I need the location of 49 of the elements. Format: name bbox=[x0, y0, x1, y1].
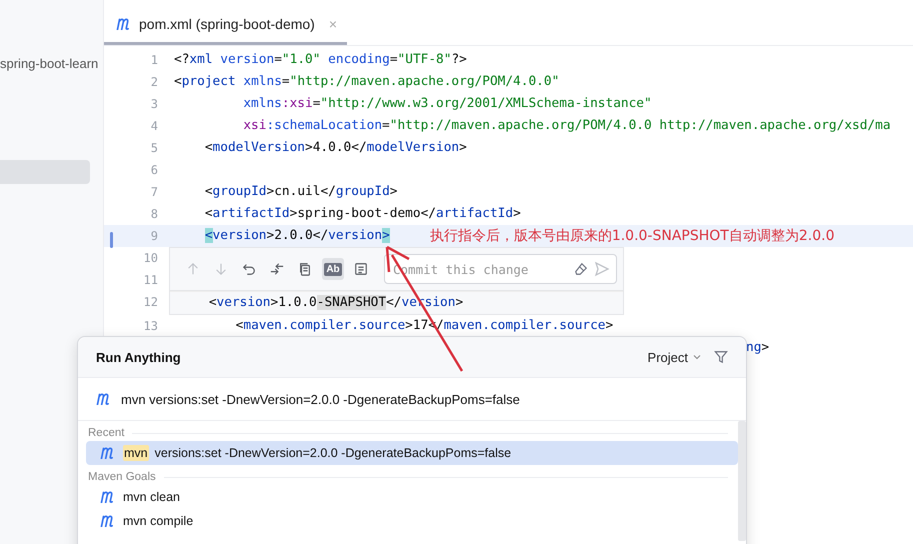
code-line: xsi:schemaLocation="http://maven.apache.org/POM/4.0.0 http://maven.apache.org/xsd/ma bbox=[242, 117, 891, 135]
code-line: <modelVersion>4.0.0</modelVersion> bbox=[204, 139, 467, 157]
up-arrow-icon bbox=[186, 262, 200, 276]
compare-arrows-icon bbox=[270, 262, 284, 276]
match-case-toggle[interactable]: Ab bbox=[322, 258, 344, 280]
undo-icon bbox=[242, 262, 256, 276]
eraser-icon[interactable] bbox=[574, 262, 588, 276]
code-line: ng> bbox=[746, 339, 770, 357]
command-text: versions:set -DnewVersion=2.0.0 -DgenerateBackupPoms=false bbox=[154, 446, 512, 460]
filter-icon[interactable] bbox=[714, 350, 728, 364]
annotation-text: 执行指令后，版本号由原来的1.0.0-SNAPSHOT自动调整为2.0.0 bbox=[430, 227, 834, 245]
line-number: 2 bbox=[150, 75, 158, 89]
chevron-down-icon bbox=[692, 352, 702, 362]
code-line: xmlns:xsi="http://www.w3.org/2001/XMLSchema-instance" bbox=[242, 95, 652, 113]
code-line: <version>2.0.0</version> bbox=[204, 227, 390, 245]
copy-icon bbox=[298, 262, 312, 276]
command-input[interactable]: mvn versions:set -DnewVersion=2.0.0 -DgenerateBackupPoms=false bbox=[119, 390, 728, 408]
project-tree-item[interactable]: spring-boot-learn bbox=[0, 52, 103, 76]
list-icon bbox=[354, 262, 368, 276]
command-list-item[interactable]: mvn compile bbox=[86, 509, 738, 533]
line-number: 1 bbox=[150, 53, 158, 67]
line-number: 8 bbox=[150, 207, 158, 221]
code-line: <?xml version="1.0" encoding="UTF-8"?> bbox=[174, 51, 467, 69]
scrollbar[interactable] bbox=[738, 421, 746, 541]
line-number: 13 bbox=[144, 319, 158, 333]
line-number: 4 bbox=[150, 119, 158, 133]
scope-dropdown[interactable]: Project bbox=[648, 350, 702, 364]
line-number: 9 bbox=[150, 229, 158, 243]
line-number: 3 bbox=[150, 97, 158, 111]
command-list-item[interactable]: mvn clean bbox=[86, 485, 738, 509]
code-line: <groupId>cn.uil</groupId> bbox=[204, 183, 398, 201]
command-text: mvn compile bbox=[123, 514, 194, 528]
editor-tab[interactable]: pom.xml (spring-boot-demo) × bbox=[104, 5, 348, 45]
command-list-item[interactable]: mvn versions:set -DnewVersion=2.0.0 -DgenerateBackupPoms=false bbox=[86, 441, 738, 465]
search-match-highlight: mvn bbox=[123, 445, 149, 461]
popup-title: Run Anything bbox=[96, 350, 182, 364]
line-number: 10 bbox=[144, 251, 158, 265]
section-header: Maven Goals bbox=[88, 471, 156, 483]
line-number: 11 bbox=[144, 273, 158, 287]
line-number: 6 bbox=[150, 163, 158, 177]
line-number: 7 bbox=[150, 185, 158, 199]
section-header: Recent bbox=[88, 427, 124, 439]
line-number: 5 bbox=[150, 141, 158, 155]
down-arrow-icon bbox=[214, 262, 228, 276]
line-number: 12 bbox=[144, 295, 158, 309]
command-text: mvn clean bbox=[123, 490, 180, 504]
code-line: <artifactId>spring-boot-demo</artifactId> bbox=[204, 205, 521, 223]
tab-label: pom.xml (spring-boot-demo) bbox=[139, 16, 315, 32]
code-line: <project xmlns="http://maven.apache.org/POM/4.0.0" bbox=[174, 73, 560, 91]
